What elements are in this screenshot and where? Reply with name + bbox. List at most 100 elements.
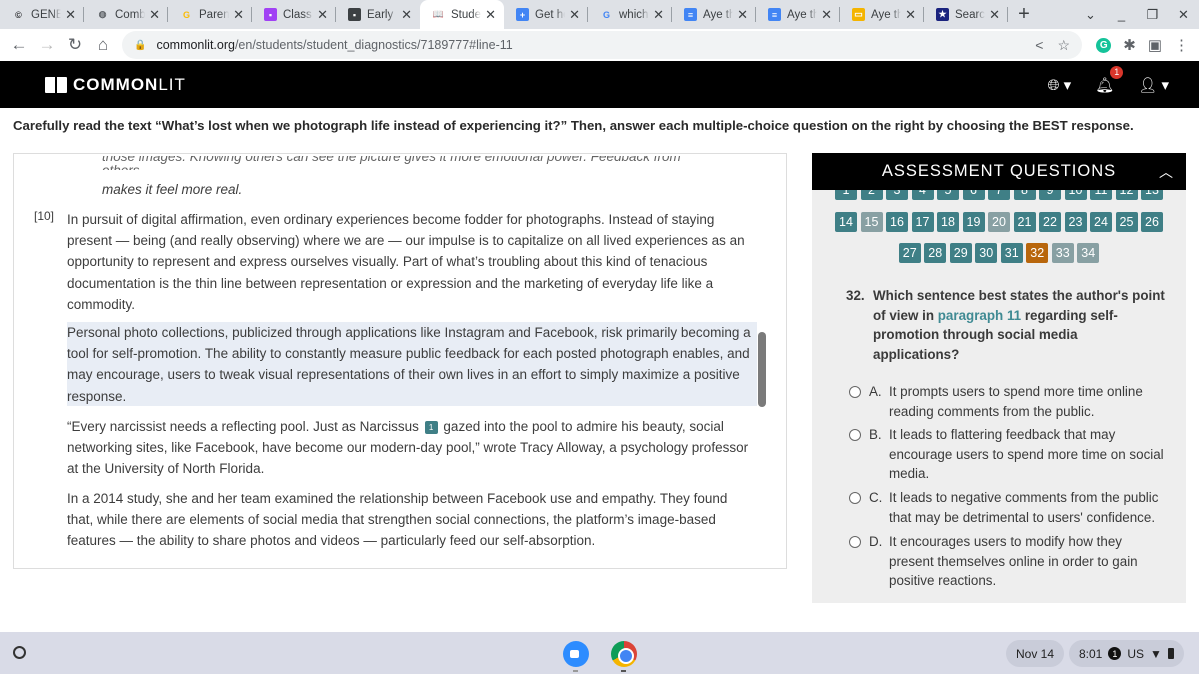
- plus-icon: +: [516, 8, 529, 21]
- reload-icon[interactable]: ↻: [61, 35, 89, 55]
- browser-tab[interactable]: ▪ Class ✕: [252, 0, 336, 29]
- home-icon[interactable]: ⌂: [89, 35, 117, 55]
- tab-title: Aye th: [787, 8, 818, 21]
- minimize-icon[interactable]: _: [1106, 7, 1137, 22]
- grammarly-icon[interactable]: G: [1096, 37, 1112, 53]
- question-nav-button[interactable]: 24: [1090, 212, 1112, 232]
- question-nav-button[interactable]: 28: [924, 243, 947, 263]
- question-nav-button[interactable]: 26: [1141, 212, 1163, 232]
- browser-tab[interactable]: Gwhich ✕: [588, 0, 672, 29]
- question-nav-button[interactable]: 22: [1039, 212, 1061, 232]
- radio-button[interactable]: [849, 386, 861, 398]
- address-bar[interactable]: 🔒 commonlit.org/en/students/student_diag…: [122, 31, 1082, 59]
- paragraph-link[interactable]: paragraph 11: [938, 308, 1021, 323]
- reader-scrollbar[interactable]: [758, 332, 766, 407]
- tab-search-icon[interactable]: ⌄: [1075, 7, 1106, 23]
- close-tab-icon[interactable]: ✕: [905, 7, 916, 23]
- paragraph-13: In a 2014 study, she and her team examin…: [67, 491, 728, 549]
- browser-tab[interactable]: ≡ Aye th ✕: [756, 0, 840, 29]
- question-nav-button[interactable]: 33: [1051, 243, 1074, 263]
- question-nav-row-3: 27 28 29 30 31 32 33 34: [812, 243, 1186, 263]
- answer-option-b[interactable]: B. It leads to flattering feedback that m…: [849, 425, 1169, 484]
- browser-tab[interactable]: ◍ Comb ✕: [84, 0, 168, 29]
- browser-tab[interactable]: 📖 Stude ✕: [420, 0, 504, 29]
- close-tab-icon[interactable]: ✕: [821, 7, 832, 23]
- option-letter: D.: [869, 534, 883, 549]
- question-nav-button[interactable]: 23: [1064, 212, 1087, 232]
- question-nav-button[interactable]: 25: [1115, 212, 1138, 232]
- bookmark-star-icon[interactable]: ☆: [1057, 37, 1070, 54]
- question-nav-button[interactable]: 21: [1013, 212, 1036, 232]
- status-tray[interactable]: 8:01 1 US ▼: [1069, 640, 1184, 667]
- close-window-icon[interactable]: ✕: [1168, 7, 1199, 23]
- classroom-icon: ▪: [348, 8, 361, 21]
- close-tab-icon[interactable]: ✕: [485, 7, 496, 23]
- tab-title: Aye th: [871, 8, 902, 21]
- back-icon[interactable]: ←: [5, 35, 33, 55]
- answer-option-d[interactable]: D. It encourages users to modify how they…: [849, 532, 1169, 591]
- menu-kebab-icon[interactable]: ⋮: [1174, 36, 1189, 54]
- new-tab-button[interactable]: +: [1008, 3, 1040, 26]
- close-tab-icon[interactable]: ✕: [233, 7, 244, 23]
- chrome-app-icon[interactable]: [611, 641, 637, 667]
- close-tab-icon[interactable]: ✕: [989, 7, 1000, 23]
- question-number: 32.: [846, 288, 865, 303]
- question-nav-button[interactable]: 16: [886, 212, 908, 232]
- question-nav-button[interactable]: 18: [937, 212, 959, 232]
- close-tab-icon[interactable]: ✕: [401, 7, 412, 23]
- question-nav-button[interactable]: 20: [988, 212, 1010, 232]
- notifications-bell-icon[interactable]: 🔔︎ 1: [1095, 65, 1124, 94]
- chevron-up-icon[interactable]: ︿: [1159, 162, 1174, 182]
- browser-tab[interactable]: ▭ Aye th ✕: [840, 0, 924, 29]
- question-nav-button[interactable]: 34: [1077, 243, 1100, 263]
- assessment-header[interactable]: ASSESSMENT QUESTIONS ︿: [812, 153, 1186, 190]
- os-shelf: Nov 14 8:01 1 US ▼: [0, 632, 1199, 674]
- question-nav-button[interactable]: 15: [860, 212, 883, 232]
- close-tab-icon[interactable]: ✕: [737, 7, 748, 23]
- tab-title: Get he: [535, 8, 565, 21]
- question-nav-button[interactable]: 19: [962, 212, 985, 232]
- close-tab-icon[interactable]: ✕: [317, 7, 328, 23]
- browser-tab[interactable]: G Paren ✕: [168, 0, 252, 29]
- answer-option-a[interactable]: A. It prompts users to spend more time on…: [849, 382, 1169, 421]
- radio-button[interactable]: [849, 429, 861, 441]
- close-tab-icon[interactable]: ✕: [149, 7, 160, 23]
- radio-button[interactable]: [849, 492, 861, 504]
- question-nav-button[interactable]: 31: [1000, 243, 1023, 263]
- user-menu-icon[interactable]: 👤︎ ▾: [1138, 76, 1169, 94]
- footnote-badge[interactable]: 1: [424, 420, 438, 434]
- question-nav-button[interactable]: 27: [898, 243, 921, 263]
- browser-tab[interactable]: © GENE ✕: [0, 0, 84, 29]
- close-tab-icon[interactable]: ✕: [569, 7, 580, 23]
- radio-button[interactable]: [849, 536, 861, 548]
- browser-tab[interactable]: ▪ Early ✕: [336, 0, 420, 29]
- zoom-app-icon[interactable]: [563, 641, 589, 667]
- date-tray[interactable]: Nov 14: [1006, 640, 1065, 667]
- browser-tab[interactable]: + Get he ✕: [504, 0, 588, 29]
- option-text: It prompts users to spend more time onli…: [889, 384, 1143, 419]
- time-text: 8:01: [1079, 646, 1103, 661]
- close-tab-icon[interactable]: ✕: [65, 7, 76, 23]
- shield-star-icon: ★: [936, 8, 949, 21]
- tab-title: which: [619, 8, 649, 21]
- question-nav-button[interactable]: 29: [949, 243, 972, 263]
- tab-title: Class: [283, 8, 312, 21]
- commonlit-logo[interactable]: COMMON LIT: [45, 75, 186, 95]
- share-icon[interactable]: <: [1035, 37, 1043, 54]
- question-nav-button[interactable]: 30: [975, 243, 998, 263]
- extensions-puzzle-icon[interactable]: ✱: [1123, 36, 1136, 54]
- question-nav-button[interactable]: 32: [1026, 243, 1049, 263]
- forward-icon[interactable]: →: [33, 35, 61, 55]
- paragraph-11-highlighted: Personal photo collections, publicized t…: [67, 322, 757, 406]
- question-nav-button[interactable]: 17: [911, 212, 934, 232]
- browser-tab[interactable]: ★ Searc ✕: [924, 0, 1008, 29]
- option-letter: C.: [869, 490, 883, 505]
- question-nav-button[interactable]: 14: [835, 212, 857, 232]
- launcher-icon[interactable]: [13, 646, 26, 659]
- restore-icon[interactable]: ❐: [1137, 7, 1168, 23]
- answer-option-c[interactable]: C. It leads to negative comments from the…: [849, 488, 1169, 527]
- side-panel-icon[interactable]: ▣: [1148, 36, 1162, 54]
- language-globe-icon[interactable]: 🌐︎ ▾: [1048, 76, 1072, 94]
- browser-tab[interactable]: ≡ Aye th ✕: [672, 0, 756, 29]
- close-tab-icon[interactable]: ✕: [653, 7, 664, 23]
